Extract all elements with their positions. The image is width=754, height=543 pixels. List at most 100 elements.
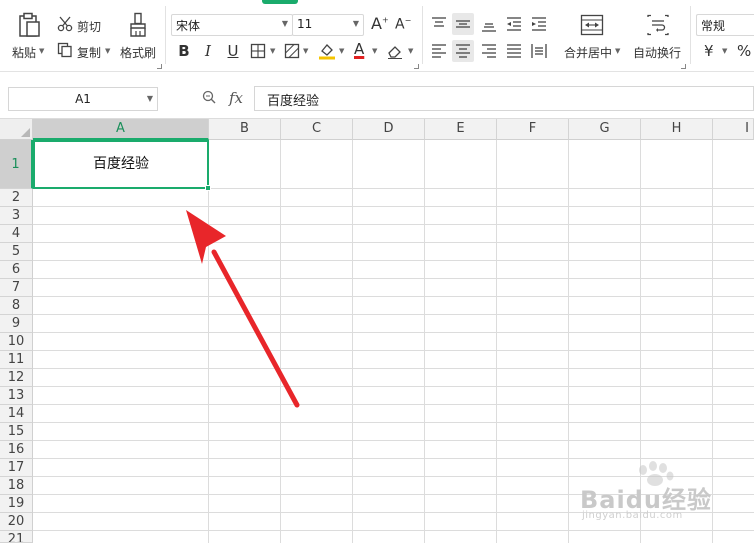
cell-pattern-icon[interactable] bbox=[284, 43, 300, 59]
font-color-button[interactable]: A bbox=[354, 40, 364, 58]
eraser-dropdown-icon[interactable]: ▼ bbox=[408, 47, 413, 55]
row-header-4[interactable]: 4 bbox=[0, 225, 33, 243]
paste-button[interactable]: 粘贴 bbox=[12, 44, 36, 61]
select-all-button[interactable] bbox=[0, 119, 33, 140]
alignment-group-launcher-icon[interactable] bbox=[681, 64, 686, 69]
row-header-15[interactable]: 15 bbox=[0, 423, 33, 441]
gridline bbox=[424, 140, 425, 543]
paste-icon[interactable] bbox=[17, 12, 41, 38]
currency-format-button[interactable]: ¥ bbox=[704, 42, 714, 60]
format-painter-button[interactable]: 格式刷 bbox=[120, 44, 156, 61]
align-middle-icon bbox=[456, 20, 470, 28]
italic-button[interactable]: I bbox=[201, 40, 215, 62]
column-header-e[interactable]: E bbox=[425, 119, 497, 140]
underline-button[interactable]: U bbox=[225, 40, 241, 62]
column-header-d[interactable]: D bbox=[353, 119, 425, 140]
column-header-f[interactable]: F bbox=[497, 119, 569, 140]
number-format-value: 常规 bbox=[701, 19, 726, 33]
row-header-2[interactable]: 2 bbox=[0, 189, 33, 207]
row-header-5[interactable]: 5 bbox=[0, 243, 33, 261]
align-middle-button[interactable] bbox=[452, 13, 474, 35]
column-header-c[interactable]: C bbox=[281, 119, 353, 140]
borders-icon[interactable] bbox=[250, 43, 266, 59]
column-header-a[interactable]: A bbox=[33, 119, 209, 140]
chevron-down-icon: ▼ bbox=[281, 19, 288, 28]
ribbon-divider bbox=[165, 6, 166, 64]
font-group-launcher-icon[interactable] bbox=[414, 64, 419, 69]
wrap-text-icon[interactable] bbox=[646, 14, 670, 36]
row-header-20[interactable]: 20 bbox=[0, 513, 33, 531]
column-header-g[interactable]: G bbox=[569, 119, 641, 140]
align-left-icon[interactable] bbox=[428, 40, 450, 62]
percent-format-button[interactable]: % bbox=[737, 42, 751, 60]
copy-dropdown-icon[interactable]: ▼ bbox=[105, 47, 110, 55]
increase-indent-icon[interactable] bbox=[528, 13, 550, 35]
font-size-select[interactable]: 11 ▼ bbox=[292, 14, 364, 36]
merge-center-dropdown-icon[interactable]: ▼ bbox=[615, 47, 620, 55]
align-center-button[interactable] bbox=[452, 40, 474, 62]
row-header-3[interactable]: 3 bbox=[0, 207, 33, 225]
font-name-select[interactable]: 宋体 ▼ bbox=[171, 14, 293, 36]
merge-center-button[interactable]: 合并居中 bbox=[564, 44, 612, 61]
gridline bbox=[33, 242, 754, 243]
column-header-b[interactable]: B bbox=[209, 119, 281, 140]
row-header-9[interactable]: 9 bbox=[0, 315, 33, 333]
scissors-icon[interactable] bbox=[57, 16, 73, 32]
shrink-font-button[interactable]: A− bbox=[395, 16, 411, 33]
column-header-h[interactable]: H bbox=[641, 119, 713, 140]
cell-a1[interactable]: 百度经验 bbox=[33, 140, 209, 189]
align-bottom-icon[interactable] bbox=[478, 13, 500, 35]
row-header-19[interactable]: 19 bbox=[0, 495, 33, 513]
grow-font-button[interactable]: A+ bbox=[371, 14, 389, 33]
fill-handle[interactable] bbox=[205, 185, 211, 191]
number-format-select[interactable]: 常规 bbox=[696, 14, 754, 36]
decrease-indent-icon[interactable] bbox=[503, 13, 525, 35]
paste-dropdown-icon[interactable]: ▼ bbox=[39, 47, 44, 55]
currency-dropdown-icon[interactable]: ▼ bbox=[722, 47, 727, 55]
row-header-1[interactable]: 1 bbox=[0, 140, 33, 189]
wrap-text-button[interactable]: 自动换行 bbox=[633, 44, 681, 61]
font-color-icon: A bbox=[354, 40, 365, 58]
row-header-14[interactable]: 14 bbox=[0, 405, 33, 423]
select-all-icon bbox=[21, 128, 30, 137]
font-name-value: 宋体 bbox=[176, 19, 201, 33]
row-header-12[interactable]: 12 bbox=[0, 369, 33, 387]
justify-icon[interactable] bbox=[503, 40, 525, 62]
eraser-icon[interactable] bbox=[386, 42, 404, 60]
cut-button[interactable]: 剪切 bbox=[77, 18, 101, 35]
row-header-21[interactable]: 21 bbox=[0, 531, 33, 543]
row-header-10[interactable]: 10 bbox=[0, 333, 33, 351]
clipboard-group-launcher-icon[interactable] bbox=[157, 64, 162, 69]
zoom-icon[interactable] bbox=[202, 90, 216, 104]
row-header-16[interactable]: 16 bbox=[0, 441, 33, 459]
fill-color-dropdown-icon[interactable]: ▼ bbox=[339, 47, 344, 55]
merge-center-icon[interactable] bbox=[580, 14, 604, 36]
align-top-icon[interactable] bbox=[428, 13, 450, 35]
cell-pattern-dropdown-icon[interactable]: ▼ bbox=[303, 47, 308, 55]
row-header-18[interactable]: 18 bbox=[0, 477, 33, 495]
gridline bbox=[33, 296, 754, 297]
distributed-align-icon[interactable] bbox=[528, 40, 550, 62]
copy-button[interactable]: 复制 bbox=[77, 44, 101, 61]
bold-button[interactable]: B bbox=[176, 40, 192, 62]
row-header-8[interactable]: 8 bbox=[0, 297, 33, 315]
copy-icon[interactable] bbox=[57, 42, 73, 58]
formula-input[interactable]: 百度经验 bbox=[254, 86, 754, 111]
gridline bbox=[352, 140, 353, 543]
gridline bbox=[33, 404, 754, 405]
row-header-13[interactable]: 13 bbox=[0, 387, 33, 405]
fill-color-icon[interactable] bbox=[318, 42, 336, 60]
insert-function-button[interactable]: fx bbox=[229, 89, 243, 107]
borders-dropdown-icon[interactable]: ▼ bbox=[270, 47, 275, 55]
align-right-icon[interactable] bbox=[478, 40, 500, 62]
cell-reference: A1 bbox=[75, 92, 91, 106]
row-header-11[interactable]: 11 bbox=[0, 351, 33, 369]
font-color-dropdown-icon[interactable]: ▼ bbox=[372, 47, 377, 55]
row-header-6[interactable]: 6 bbox=[0, 261, 33, 279]
format-painter-icon[interactable] bbox=[128, 12, 148, 38]
gridline bbox=[568, 140, 569, 543]
row-header-17[interactable]: 17 bbox=[0, 459, 33, 477]
row-header-7[interactable]: 7 bbox=[0, 279, 33, 297]
column-header-i[interactable]: I bbox=[713, 119, 754, 140]
name-box[interactable]: A1 ▼ bbox=[8, 87, 158, 111]
